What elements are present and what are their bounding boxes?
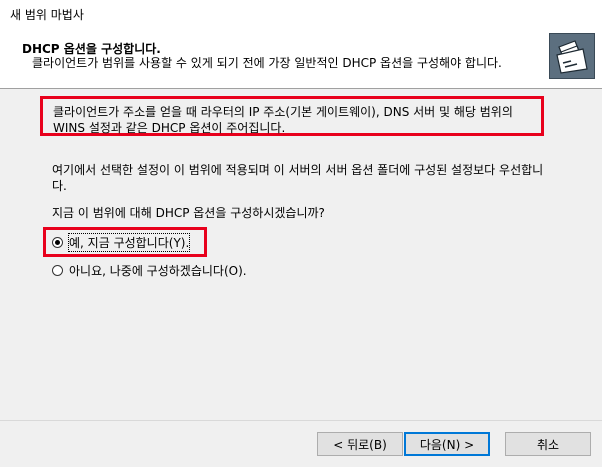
next-button[interactable]: 다음(N) > bbox=[404, 432, 490, 456]
option-no-label[interactable]: 아니요, 나중에 구성하겠습니다(O). bbox=[69, 262, 247, 279]
title-bar: 새 범위 마법사 bbox=[0, 0, 602, 28]
option-yes-label[interactable]: 예, 지금 구성합니다(Y). bbox=[67, 232, 191, 252]
precedence-text: 여기에서 선택한 설정이 이 범위에 적용되며 이 서버의 서버 옵션 폴더에 … bbox=[52, 163, 544, 193]
dhcp-info-text: 클라이언트가 주소를 얻을 때 라우터의 IP 주소(기본 게이트웨이), DN… bbox=[53, 105, 513, 135]
option-yes-now[interactable]: 예, 지금 구성합니다(Y). bbox=[52, 232, 191, 252]
page-description: 클라이언트가 범위를 사용할 수 있게 되기 전에 가장 일반적인 DHCP 옵… bbox=[32, 56, 502, 70]
radio-no[interactable] bbox=[52, 264, 63, 276]
page-title: DHCP 옵션을 구성합니다. bbox=[22, 42, 161, 56]
footer-separator bbox=[0, 420, 602, 421]
dhcp-info-highlight: 클라이언트가 주소를 얻을 때 라우터의 IP 주소(기본 게이트웨이), DN… bbox=[40, 96, 544, 136]
configure-question: 지금 이 범위에 대해 DHCP 옵션을 구성하시겠습니까? bbox=[52, 206, 325, 220]
wizard-header: DHCP 옵션을 구성합니다. 클라이언트가 범위를 사용할 수 있게 되기 전… bbox=[0, 28, 602, 89]
window-title: 새 범위 마법사 bbox=[10, 8, 84, 22]
radio-yes[interactable] bbox=[52, 236, 63, 248]
option-no-later[interactable]: 아니요, 나중에 구성하겠습니다(O). bbox=[52, 261, 247, 279]
back-button[interactable]: < 뒤로(B) bbox=[317, 432, 403, 456]
folder-wizard-icon bbox=[549, 33, 595, 79]
cancel-button[interactable]: 취소 bbox=[505, 432, 591, 456]
